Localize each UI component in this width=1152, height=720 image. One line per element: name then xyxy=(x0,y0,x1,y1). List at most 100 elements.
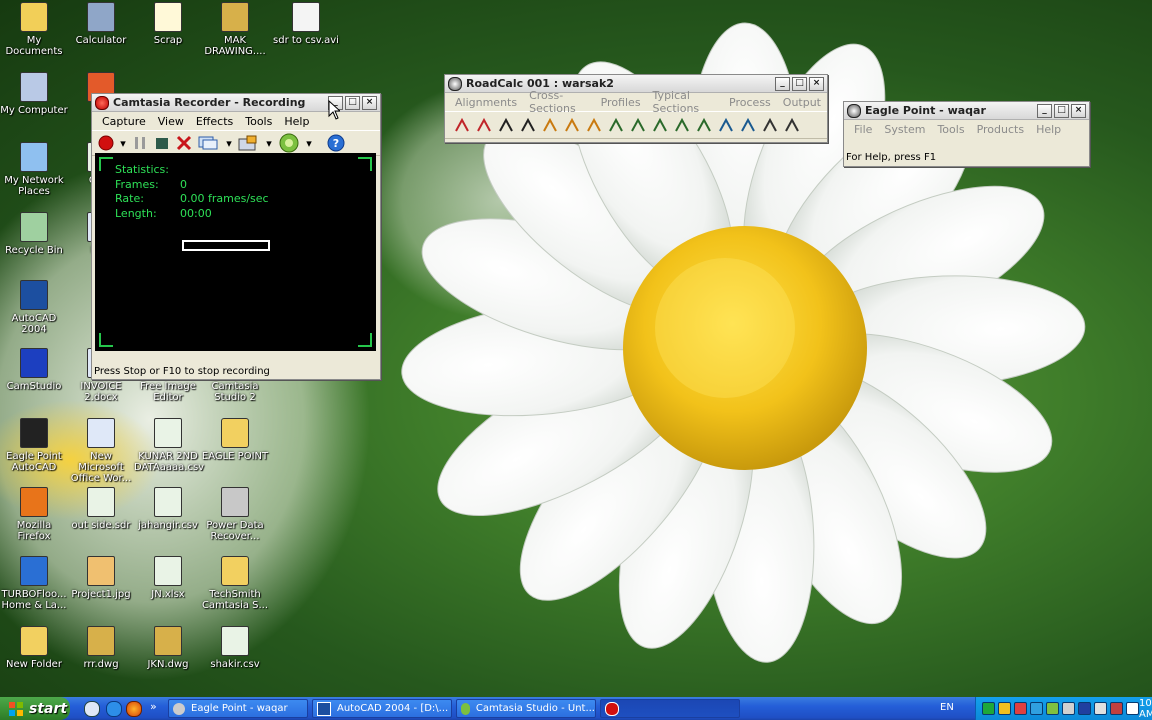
roadcalc-tool-button[interactable] xyxy=(475,115,493,135)
desktop-icon-eagle-autocad[interactable]: Eagle Point AutoCAD xyxy=(0,418,68,473)
maximize-button[interactable]: □ xyxy=(792,76,807,91)
desktop-icon-jahangir[interactable]: jahangir.csv xyxy=(134,487,202,531)
stop-button[interactable] xyxy=(152,133,172,153)
roadcalc-tool-button[interactable] xyxy=(607,115,625,135)
quicklaunch-ie-icon[interactable] xyxy=(106,701,122,717)
roadcalc-tool-button[interactable] xyxy=(541,115,559,135)
record-button[interactable] xyxy=(96,133,116,153)
quicklaunch-more-icon[interactable]: » xyxy=(150,700,157,713)
tray-icon[interactable] xyxy=(982,702,995,715)
minimize-button[interactable]: _ xyxy=(775,76,790,91)
tray-icon[interactable] xyxy=(1110,702,1123,715)
menu-products[interactable]: Products xyxy=(971,123,1031,136)
roadcalc-tool-button[interactable] xyxy=(629,115,647,135)
desktop-icon-sdr-to-csv[interactable]: sdr to csv.avi xyxy=(272,2,340,46)
desktop-icon-recycle-bin[interactable]: Recycle Bin xyxy=(0,212,68,256)
roadcalc-tool-button[interactable] xyxy=(717,115,735,135)
screen-region-button[interactable] xyxy=(196,133,222,153)
effects-dropdown-icon[interactable]: ▾ xyxy=(264,133,274,153)
menu-system[interactable]: System xyxy=(878,123,931,136)
roadcalc-tool-button[interactable] xyxy=(453,115,471,135)
menu-profiles[interactable]: Profiles xyxy=(595,96,647,109)
tray-icon[interactable] xyxy=(1126,702,1139,715)
menu-tools[interactable]: Tools xyxy=(931,123,970,136)
menu-process[interactable]: Process xyxy=(723,96,777,109)
roadcalc-tool-button[interactable] xyxy=(585,115,603,135)
close-button[interactable]: × xyxy=(1071,103,1086,118)
close-button[interactable]: × xyxy=(362,95,377,110)
desktop-icon-new-folder[interactable]: New Folder xyxy=(0,626,68,670)
menu-capture[interactable]: Capture xyxy=(96,115,152,128)
roadcalc-titlebar[interactable]: RoadCalc 001 : warsak2 _ □ × xyxy=(445,75,827,93)
roadcalc-tool-button[interactable] xyxy=(519,115,537,135)
menu-output[interactable]: Output xyxy=(777,96,827,109)
task-camtasia-studio[interactable]: Camtasia Studio - Unt... xyxy=(456,699,596,718)
desktop-icon-shakir[interactable]: shakir.csv xyxy=(201,626,269,670)
desktop-icon-eagle-point-folder[interactable]: EAGLE POINT xyxy=(201,418,269,462)
desktop-icon-scrap[interactable]: Scrap xyxy=(134,2,202,46)
task-camtasia-recorder[interactable] xyxy=(600,699,740,718)
roadcalc-tool-button[interactable] xyxy=(695,115,713,135)
desktop-icon-my-computer[interactable]: My Computer xyxy=(0,72,68,116)
tray-icon[interactable] xyxy=(1062,702,1075,715)
menu-view[interactable]: View xyxy=(152,115,190,128)
menu-cross-sections[interactable]: Cross-Sections xyxy=(523,89,595,115)
quicklaunch-desktop-icon[interactable] xyxy=(84,701,100,717)
desktop-icon-kunar[interactable]: KUNAR 2ND DATAaaaa.csv xyxy=(134,418,204,473)
desktop-icon-jn-xlsx[interactable]: JN.xlsx xyxy=(134,556,202,600)
desktop-icon-turbofloor[interactable]: TURBOFloo... Home & La... xyxy=(0,556,68,611)
maximize-button[interactable]: □ xyxy=(1054,103,1069,118)
region-dropdown-icon[interactable]: ▾ xyxy=(224,133,234,153)
maximize-button[interactable]: □ xyxy=(345,95,360,110)
menu-typical-sections[interactable]: Typical Sections xyxy=(647,89,724,115)
pause-button[interactable] xyxy=(130,133,150,153)
desktop-icon-project1[interactable]: Project1.jpg xyxy=(67,556,135,600)
roadcalc-tool-button[interactable] xyxy=(651,115,669,135)
desktop-icon-my-network[interactable]: My Network Places xyxy=(0,142,68,197)
roadcalc-tool-button[interactable] xyxy=(739,115,757,135)
roadcalc-tool-button[interactable] xyxy=(563,115,581,135)
desktop-icon-jkn-dwg[interactable]: JKN.dwg xyxy=(134,626,202,670)
menu-file[interactable]: File xyxy=(848,123,878,136)
menu-alignments[interactable]: Alignments xyxy=(449,96,523,109)
delete-button[interactable] xyxy=(174,133,194,153)
audio-dropdown-icon[interactable]: ▾ xyxy=(304,133,314,153)
roadcalc-tool-button[interactable] xyxy=(761,115,779,135)
desktop-icon-rrr-dwg[interactable]: rrr.dwg xyxy=(67,626,135,670)
tray-icon[interactable] xyxy=(1030,702,1043,715)
tray-icon[interactable] xyxy=(1046,702,1059,715)
close-button[interactable]: × xyxy=(809,76,824,91)
menu-tools[interactable]: Tools xyxy=(239,115,278,128)
start-button[interactable]: start xyxy=(0,697,70,720)
audio-button[interactable] xyxy=(276,133,302,153)
tray-icon[interactable] xyxy=(1078,702,1091,715)
minimize-button[interactable]: _ xyxy=(1037,103,1052,118)
task-eagle-point[interactable]: Eagle Point - waqar xyxy=(168,699,308,718)
desktop-icon-techsmith[interactable]: TechSmith Camtasia S... xyxy=(201,556,269,611)
menu-help[interactable]: Help xyxy=(1030,123,1067,136)
desktop-icon-out-side[interactable]: out side.sdr xyxy=(67,487,135,531)
tray-icon[interactable] xyxy=(998,702,1011,715)
quicklaunch-firefox-icon[interactable] xyxy=(126,701,142,717)
desktop-icon-mak-drawing[interactable]: MAK DRAWING.... xyxy=(201,2,269,57)
roadcalc-tool-button[interactable] xyxy=(673,115,691,135)
tray-icon[interactable] xyxy=(1094,702,1107,715)
roadcalc-tool-button[interactable] xyxy=(497,115,515,135)
desktop-icon-firefox[interactable]: Mozilla Firefox xyxy=(0,487,68,542)
desktop-icon-camstudio[interactable]: CamStudio xyxy=(0,348,68,392)
task-autocad[interactable]: AutoCAD 2004 - [D:\... xyxy=(312,699,452,718)
menu-help[interactable]: Help xyxy=(278,115,315,128)
tray-icon[interactable] xyxy=(1014,702,1027,715)
desktop-icon-power-data[interactable]: Power Data Recover... xyxy=(201,487,269,542)
effects-button[interactable] xyxy=(236,133,262,153)
menu-effects[interactable]: Effects xyxy=(190,115,239,128)
desktop-icon-my-documents[interactable]: My Documents xyxy=(0,2,68,57)
help-button[interactable]: ? xyxy=(326,133,346,153)
desktop-icon-autocad[interactable]: AutoCAD 2004 xyxy=(0,280,68,335)
roadcalc-tool-button[interactable] xyxy=(783,115,801,135)
eagle-titlebar[interactable]: Eagle Point - waqar _ □ × xyxy=(844,102,1089,120)
desktop-icon-new-ms-office[interactable]: New Microsoft Office Wor... xyxy=(67,418,135,484)
desktop-icon-calculator[interactable]: Calculator xyxy=(67,2,135,46)
language-indicator[interactable]: EN xyxy=(940,702,954,713)
record-dropdown-icon[interactable]: ▾ xyxy=(118,133,128,153)
